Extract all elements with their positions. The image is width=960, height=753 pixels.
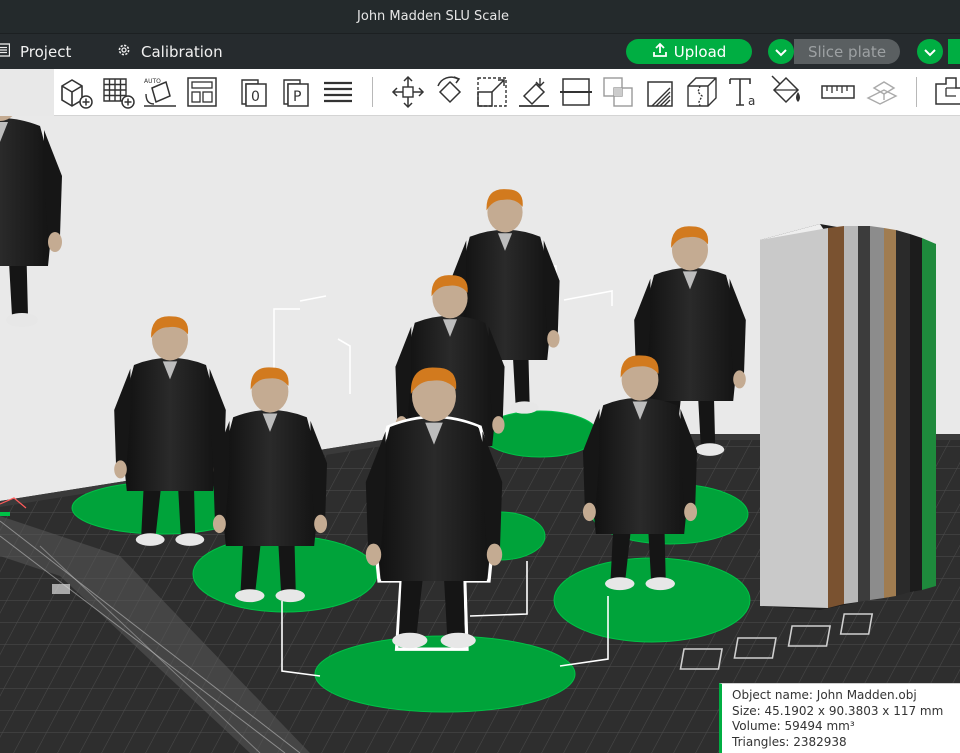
menu-icon (0, 42, 11, 61)
menu-bar: Project Calibration Upload Slice plate (0, 33, 960, 69)
add-plate-icon[interactable] (100, 74, 136, 110)
svg-text:a: a (748, 94, 755, 108)
print-button-edge[interactable] (948, 39, 960, 64)
object-info-panel: Object name: John Madden.obj Size: 45.19… (719, 683, 960, 753)
text-icon[interactable]: a (726, 74, 762, 110)
slice-plate-label: Slice plate (807, 42, 887, 61)
upload-icon (652, 42, 668, 62)
auto-orient-icon[interactable]: AUTO (142, 74, 178, 110)
object-triangles: Triangles: 2382938 (732, 734, 847, 749)
object-volume: Volume: 59494 mm³ (732, 719, 855, 733)
plate-p-icon[interactable]: P (278, 74, 314, 110)
assembly-view-icon[interactable] (932, 74, 960, 110)
calibration-menu[interactable]: Calibration (117, 34, 223, 69)
slice-dropdown[interactable] (917, 39, 943, 64)
scene-render[interactable] (0, 116, 960, 753)
prime-tower (760, 224, 936, 610)
boolean-icon[interactable] (600, 74, 636, 110)
project-menu[interactable]: Project (0, 34, 71, 69)
toolbar-separator (372, 77, 373, 107)
main-toolbar: AUTO 0 P a (54, 69, 960, 116)
upload-label: Upload (673, 42, 727, 61)
slice-plate-button[interactable]: Slice plate (794, 39, 900, 64)
measure-icon[interactable] (820, 74, 856, 110)
arrange-icon[interactable] (184, 74, 220, 110)
project-label: Project (20, 42, 72, 61)
cut-icon[interactable] (558, 74, 594, 110)
svg-text:AUTO: AUTO (144, 78, 161, 85)
svg-text:0: 0 (251, 89, 260, 105)
3d-viewport[interactable]: Object name: John Madden.obj Size: 45.19… (0, 116, 960, 753)
chevron-down-icon (924, 42, 936, 61)
seam-paint-icon[interactable] (684, 74, 720, 110)
rotate-icon[interactable] (432, 74, 468, 110)
svg-text:P: P (293, 89, 301, 105)
support-paint-icon[interactable] (642, 74, 678, 110)
plate-0-icon[interactable]: 0 (236, 74, 272, 110)
lay-on-face-icon[interactable] (516, 74, 552, 110)
upload-dropdown[interactable] (768, 39, 794, 64)
scale-icon[interactable] (474, 74, 510, 110)
gear-icon (117, 43, 131, 61)
layers-icon[interactable] (320, 74, 356, 110)
color-paint-icon[interactable] (768, 74, 804, 110)
upload-button[interactable]: Upload (626, 39, 752, 64)
title-bar: John Madden SLU Scale (0, 0, 960, 33)
assembly-icon[interactable] (864, 74, 900, 110)
chevron-down-icon (775, 42, 787, 61)
window-title: John Madden SLU Scale (357, 9, 509, 24)
add-object-icon[interactable] (58, 74, 94, 110)
move-icon[interactable] (390, 74, 426, 110)
object-name: Object name: John Madden.obj (732, 688, 917, 702)
calibration-label: Calibration (141, 42, 223, 61)
toolbar-separator (916, 77, 917, 107)
object-size: Size: 45.1902 x 90.3803 x 117 mm (732, 703, 944, 718)
